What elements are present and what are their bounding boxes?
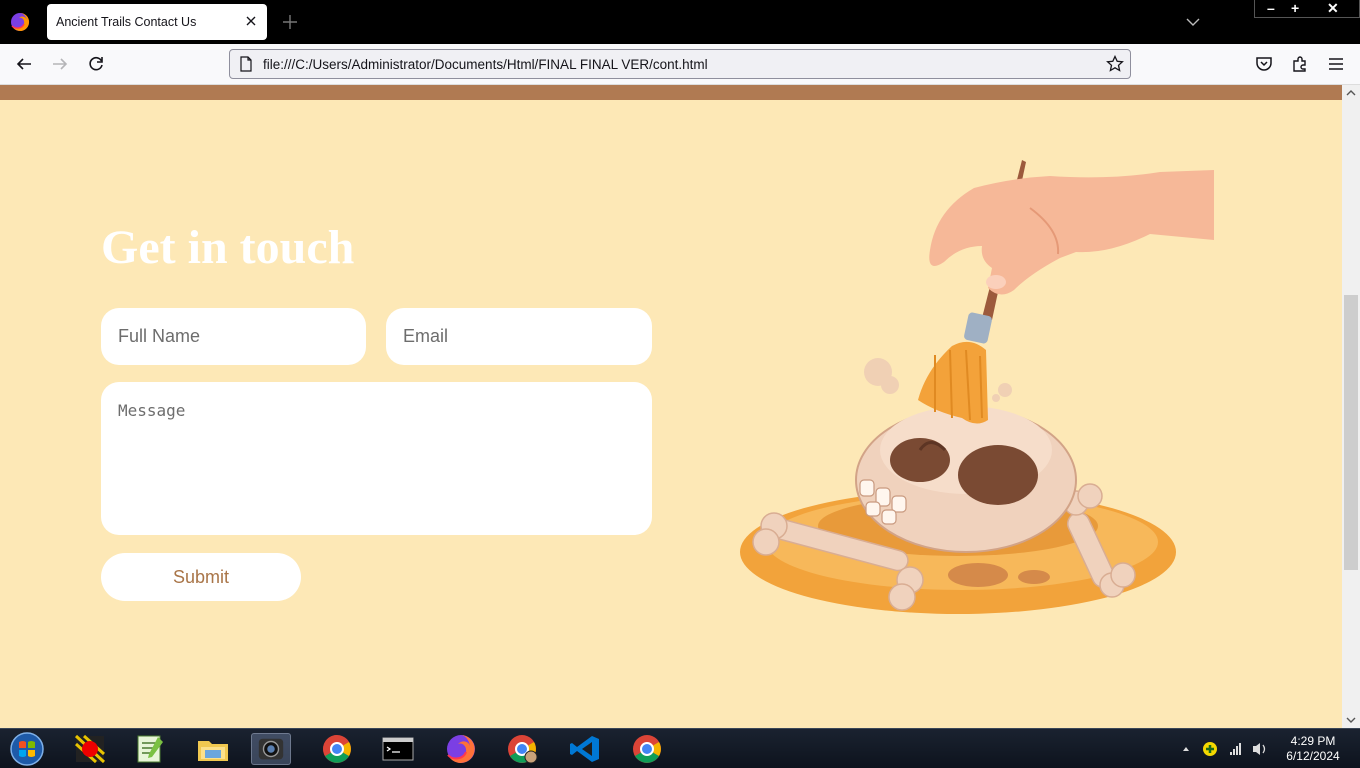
browser-nav-bar: file:///C:/Users/Administrator/Documents… [0, 44, 1360, 85]
start-button-icon[interactable] [8, 731, 46, 767]
minimize-icon[interactable]: – [1267, 0, 1275, 16]
url-text[interactable]: file:///C:/Users/Administrator/Documents… [263, 57, 708, 72]
notepad-plus-plus-icon[interactable] [130, 733, 170, 765]
tab-title: Ancient Trails Contact Us [56, 15, 197, 29]
url-bar[interactable]: file:///C:/Users/Administrator/Documents… [229, 49, 1131, 79]
maximize-icon[interactable]: + [1291, 0, 1299, 16]
browser-tab-bar: Ancient Trails Contact Us – + ✕ [0, 0, 1360, 44]
page-content: Get in touch Submit [0, 85, 1342, 728]
extensions-icon[interactable] [1290, 54, 1310, 74]
command-prompt-icon[interactable] [378, 733, 418, 765]
close-window-icon[interactable]: ✕ [1327, 0, 1339, 17]
scrollbar-thumb[interactable] [1344, 295, 1358, 570]
scroll-up-arrow-icon[interactable] [1346, 88, 1356, 98]
screen-recorder-icon[interactable] [70, 733, 110, 765]
submit-button[interactable]: Submit [101, 553, 301, 601]
scroll-down-arrow-icon[interactable] [1346, 715, 1356, 725]
close-tab-icon[interactable] [243, 13, 259, 29]
message-textarea[interactable] [101, 382, 652, 535]
page-title: Get in touch [101, 221, 355, 274]
archaeology-illustration [740, 160, 1214, 614]
back-arrow-icon[interactable] [14, 54, 34, 74]
new-tab-icon[interactable] [281, 13, 299, 31]
chrome-icon-2[interactable] [627, 733, 667, 765]
file-explorer-icon[interactable] [193, 733, 233, 765]
chrome-profile-icon[interactable] [502, 733, 542, 765]
hamburger-menu-icon[interactable] [1326, 54, 1346, 74]
window-controls: – + ✕ [1254, 0, 1360, 18]
vscode-icon[interactable] [565, 733, 605, 765]
bookmark-star-icon[interactable] [1106, 55, 1124, 73]
forward-arrow-icon[interactable] [50, 54, 70, 74]
chrome-icon[interactable] [317, 733, 357, 765]
reload-icon[interactable] [86, 54, 106, 74]
clock-date: 6/12/2024 [1286, 749, 1340, 763]
clock-time: 4:29 PM [1290, 734, 1336, 748]
page-scrollbar[interactable] [1342, 85, 1360, 728]
full-name-input[interactable] [101, 308, 366, 365]
email-input[interactable] [386, 308, 652, 365]
browser-tab-active[interactable]: Ancient Trails Contact Us [47, 4, 267, 40]
firefox-icon[interactable] [10, 12, 30, 32]
chevron-down-icon[interactable] [1185, 14, 1201, 30]
page-icon [240, 56, 252, 72]
firefox-taskbar-icon[interactable] [441, 733, 481, 765]
taskbar-clock[interactable]: 4:29 PM 6/12/2024 [1278, 734, 1348, 764]
camera-app-icon[interactable] [251, 733, 291, 765]
system-tray[interactable] [1180, 739, 1270, 759]
show-hidden-icons-icon [1183, 747, 1189, 751]
pocket-icon[interactable] [1254, 54, 1274, 74]
header-strip [0, 85, 1342, 100]
windows-taskbar: 4:29 PM 6/12/2024 [0, 728, 1360, 768]
